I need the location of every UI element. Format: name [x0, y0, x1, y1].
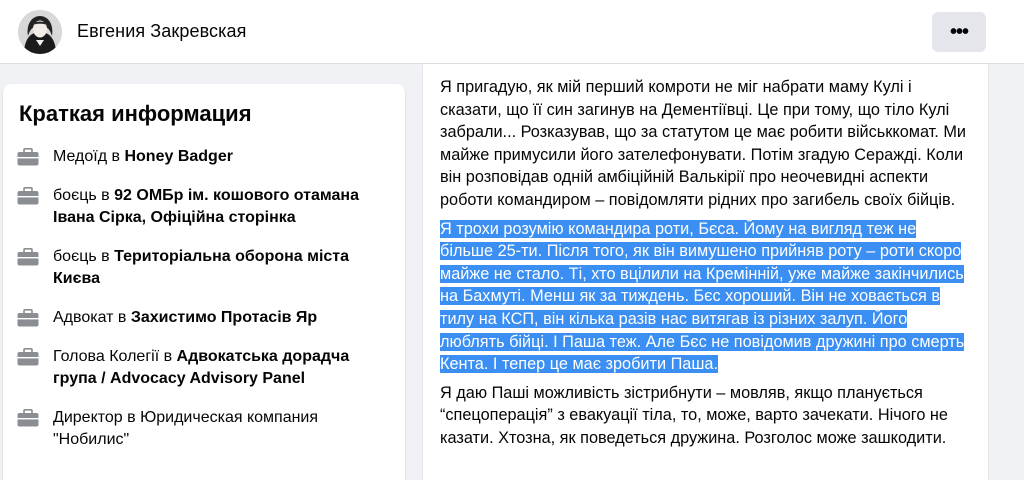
- intro-item-link[interactable]: Захистимо Протасів Яр: [131, 309, 317, 326]
- intro-title: Краткая информация: [19, 101, 252, 126]
- intro-item-work: Адвокат в Захистимо Протасів Яр: [17, 307, 397, 329]
- post-paragraph-selected[interactable]: Я трохи розумію командира роти, Бєса. Йо…: [440, 218, 970, 376]
- intro-item-work: боєць в Територіальна оборона міста Києв…: [17, 246, 397, 290]
- profile-name[interactable]: Евгения Закревская: [77, 21, 246, 42]
- more-options-button[interactable]: •••: [932, 12, 986, 52]
- avatar[interactable]: [18, 10, 62, 54]
- briefcase-icon: [17, 185, 43, 207]
- intro-item-work: Медоїд в Honey Badger: [17, 146, 397, 168]
- intro-list: Медоїд в Honey Badger боєць в 92 ОМБр ім…: [17, 146, 397, 468]
- briefcase-icon: [17, 346, 43, 368]
- intro-item-work: боєць в 92 ОМБр ім. кошового отамана Іва…: [17, 185, 397, 229]
- post-text: Я пригадую, як мій перший комроти не міг…: [440, 76, 970, 456]
- intro-item-work: Директор в Юридическая компания "Нобилис…: [17, 407, 397, 451]
- intro-item-prefix: боєць в: [53, 187, 115, 204]
- post-paragraph: Я пригадую, як мій перший комроти не міг…: [440, 78, 967, 209]
- post-paragraph: Я даю Паші можливість зістрибнути – мовл…: [440, 383, 948, 447]
- briefcase-icon: [17, 407, 43, 429]
- briefcase-icon: [17, 146, 43, 168]
- briefcase-icon: [17, 307, 43, 329]
- selected-text[interactable]: Я трохи розумію командира роти, Бєса. Йо…: [440, 219, 965, 374]
- briefcase-icon: [17, 246, 43, 268]
- post-card: Я пригадую, як мій перший комроти не міг…: [423, 64, 988, 480]
- intro-item-prefix: Голова Колегії в: [53, 348, 177, 365]
- intro-item-link[interactable]: Honey Badger: [124, 148, 232, 165]
- intro-item-prefix: Медоїд в: [53, 148, 125, 165]
- profile-header: Евгения Закревская •••: [0, 0, 1024, 64]
- intro-item-prefix: Адвокат в: [53, 309, 131, 326]
- intro-item-prefix: боєць в: [53, 248, 115, 265]
- avatar-image: [18, 10, 62, 54]
- intro-item-work: Голова Колегії в Адвокатська дорадча гру…: [17, 346, 397, 390]
- intro-card: Краткая информация Медоїд в Honey Badger…: [3, 84, 405, 480]
- intro-item-prefix: Директор в Юридическая компания "Нобилис…: [53, 409, 319, 448]
